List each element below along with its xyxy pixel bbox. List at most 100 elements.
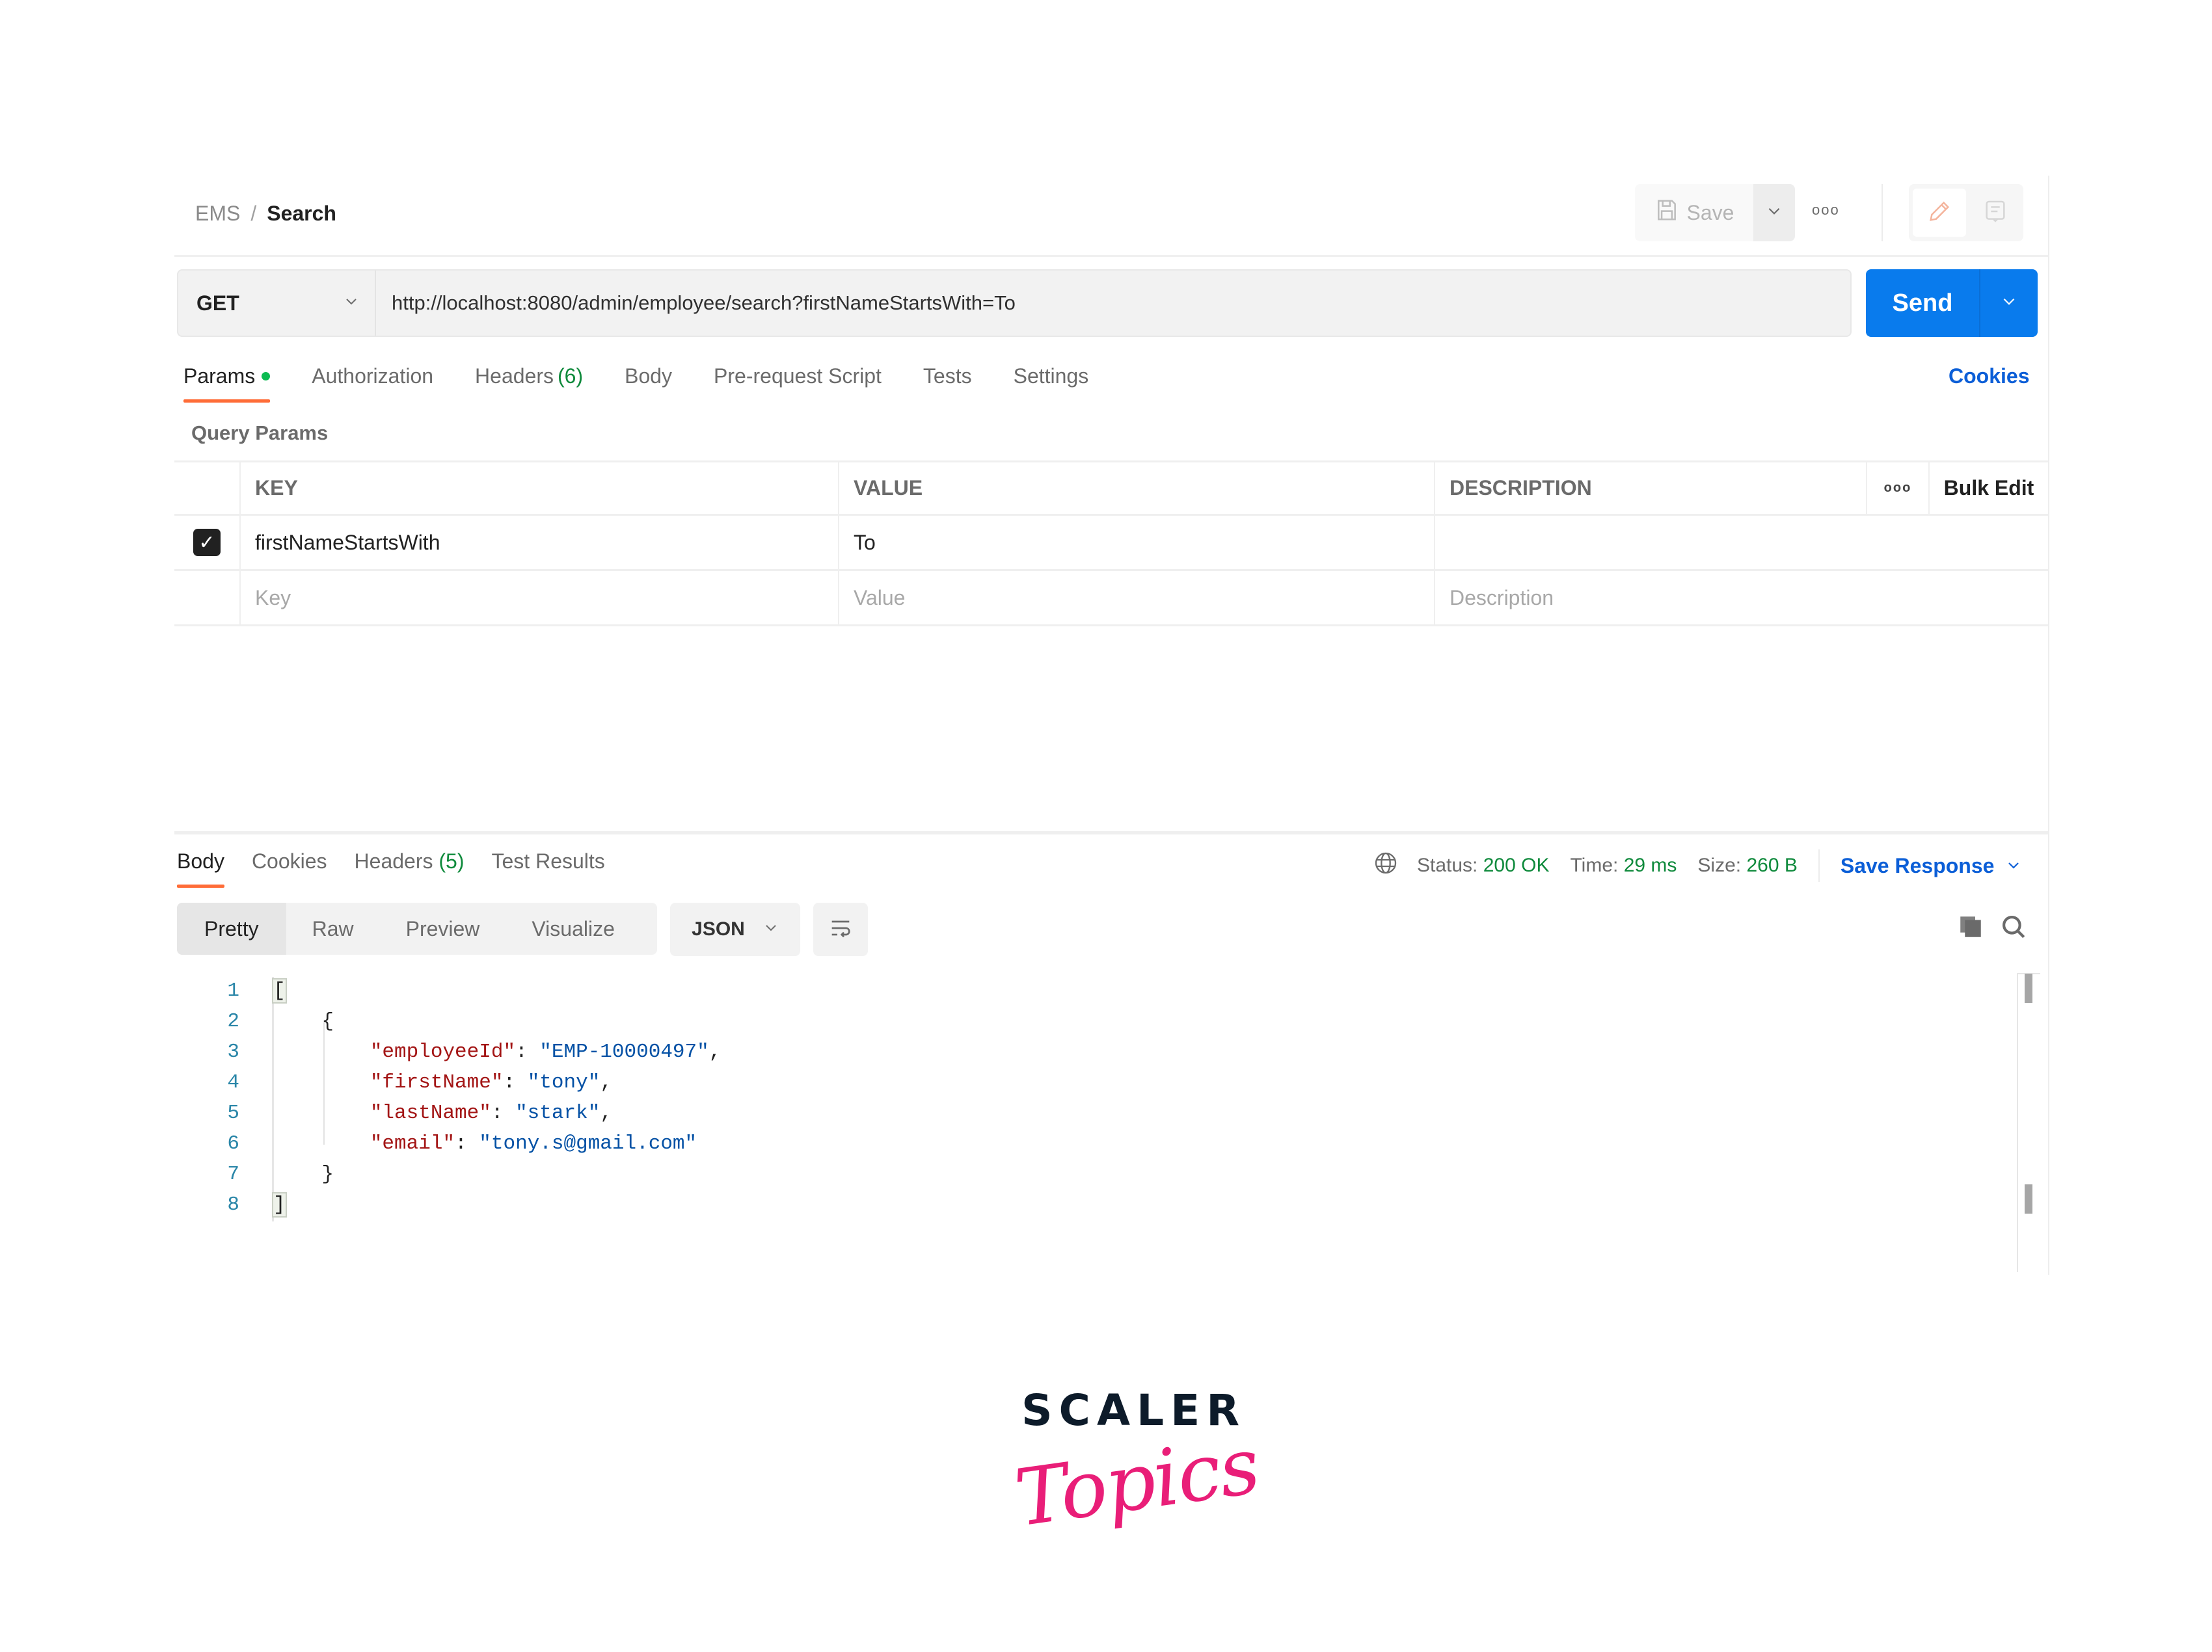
tab-settings[interactable]: Settings (1014, 364, 1089, 403)
response-body-editor[interactable]: 1 [ 2 { 3 "employeeId": "EMP-10000497", … (195, 976, 721, 1220)
divider (1818, 849, 1820, 882)
param-description-cell[interactable] (1434, 516, 2048, 569)
table-row-empty: Key Value Description (174, 571, 2048, 626)
table-header-row: KEY VALUE DESCRIPTION ooo Bulk Edit (174, 460, 2048, 516)
response-view-mode-group: Pretty Raw Preview Visualize (177, 903, 657, 955)
headers-count-badge: (6) (557, 364, 584, 388)
scrollbar-marker-top[interactable] (2025, 974, 2032, 1003)
view-mode-preview[interactable]: Preview (380, 903, 506, 955)
size-readout[interactable]: Size: 260 B (1697, 855, 1797, 877)
view-mode-pretty[interactable]: Pretty (177, 903, 286, 955)
param-value-cell[interactable]: To (838, 516, 1434, 569)
code-line: 8 ] (195, 1190, 721, 1220)
tab-body[interactable]: Body (625, 364, 672, 403)
code-line: 6 "email": "tony.s@gmail.com" (195, 1128, 721, 1159)
code-text: "firstName": "tony", (370, 1071, 612, 1094)
column-header-description: DESCRIPTION (1434, 462, 1866, 514)
response-tab-cookies[interactable]: Cookies (252, 849, 327, 888)
send-button[interactable]: Send (1866, 269, 1980, 337)
new-value-input[interactable]: Value (838, 571, 1434, 624)
divider (1882, 184, 1883, 241)
tab-label: Params (183, 364, 256, 388)
view-mode-visualize[interactable]: Visualize (506, 903, 640, 955)
checkmark-icon: ✓ (198, 531, 215, 553)
send-button-group: Send (1866, 269, 2038, 337)
globe-icon[interactable] (1373, 850, 1399, 881)
response-pane-divider[interactable] (174, 831, 2048, 834)
bracket-highlight: ] (272, 1192, 287, 1218)
view-mode-raw[interactable]: Raw (286, 903, 380, 955)
chevron-down-icon (763, 920, 779, 939)
new-key-input[interactable]: Key (239, 571, 838, 624)
active-tab-indicator (183, 399, 271, 403)
chevron-down-icon (2001, 293, 2017, 314)
json-string: "stark" (515, 1102, 600, 1125)
comments-button[interactable] (1971, 189, 2019, 237)
wrap-lines-icon (828, 915, 854, 944)
response-tab-body[interactable]: Body (177, 849, 224, 888)
column-options-button[interactable]: ooo (1866, 462, 1928, 514)
edit-documentation-button[interactable] (1913, 189, 1966, 237)
code-line: 3 "employeeId": "EMP-10000497", (195, 1037, 721, 1067)
copy-icon[interactable] (1957, 913, 1984, 944)
send-options-dropdown[interactable] (1980, 269, 2038, 337)
param-key-cell[interactable]: firstNameStartsWith (239, 516, 838, 569)
tab-label: Tests (923, 364, 972, 388)
logo-wordmark-scaler: SCALER (1021, 1385, 1247, 1435)
tab-authorization[interactable]: Authorization (312, 364, 433, 403)
http-method-select[interactable]: GET (178, 271, 376, 336)
line-number: 4 (227, 1071, 239, 1094)
more-horizontal-icon: ooo (1812, 202, 1840, 218)
code-text: } (273, 1163, 334, 1186)
scrollbar-marker-bottom[interactable] (2025, 1184, 2032, 1214)
line-number: 7 (227, 1163, 239, 1186)
wrap-lines-button[interactable] (813, 903, 868, 956)
header-checkbox-cell (174, 462, 239, 514)
save-label: Save (1686, 200, 1734, 224)
query-params-table: KEY VALUE DESCRIPTION ooo Bulk Edit ✓ fi… (174, 460, 2048, 626)
save-options-dropdown[interactable] (1753, 184, 1795, 241)
response-format-select[interactable]: JSON (670, 903, 800, 956)
json-string: "EMP-10000497" (539, 1041, 709, 1063)
bracket-highlight: [ (272, 978, 287, 1004)
breadcrumb-collection[interactable]: EMS (195, 202, 240, 226)
panel-right-border (2048, 176, 2049, 1275)
tab-label: Body (625, 364, 673, 388)
new-description-input[interactable]: Description (1434, 571, 2048, 624)
tab-tests[interactable]: Tests (923, 364, 972, 403)
tab-label: Headers (354, 849, 433, 873)
bulk-edit-button[interactable]: Bulk Edit (1928, 462, 2048, 514)
cookies-link[interactable]: Cookies (1949, 364, 2029, 388)
param-enabled-checkbox[interactable]: ✓ (193, 529, 221, 556)
status-label: Status: (1417, 855, 1478, 876)
tab-label: Pre-request Script (714, 364, 882, 388)
json-key: "firstName" (370, 1071, 504, 1094)
status-readout[interactable]: Status: 200 OK (1417, 855, 1549, 877)
response-tab-headers[interactable]: Headers (5) (355, 849, 465, 888)
query-params-heading: Query Params (191, 421, 329, 444)
row-checkbox-cell (174, 571, 239, 624)
tab-pre-request-script[interactable]: Pre-request Script (714, 364, 882, 403)
tab-params[interactable]: Params (183, 364, 271, 403)
line-number: 8 (227, 1193, 239, 1216)
url-input[interactable] (376, 271, 1850, 336)
table-row: ✓ firstNameStartsWith To (174, 516, 2048, 571)
save-button[interactable]: Save (1635, 184, 1753, 241)
response-format-value: JSON (692, 918, 745, 940)
code-text: ] (272, 1192, 287, 1218)
more-actions-button[interactable]: ooo (1812, 202, 1840, 219)
params-active-dot-icon (262, 372, 271, 380)
editor-scrollbar-track[interactable] (2017, 973, 2018, 1272)
json-key: "email" (370, 1132, 455, 1155)
breadcrumb: EMS / Search (195, 202, 336, 226)
response-tabs: Body Cookies Headers (5) Test Results (177, 849, 632, 888)
time-readout[interactable]: Time: 29 ms (1570, 855, 1677, 877)
save-response-button[interactable]: Save Response (1841, 854, 2022, 878)
headers-count-badge: (5) (438, 849, 465, 873)
json-punct: , (600, 1071, 612, 1094)
tab-label: Test Results (491, 849, 605, 873)
tab-headers[interactable]: Headers (6) (475, 364, 583, 403)
response-tab-test-results[interactable]: Test Results (492, 849, 605, 888)
breadcrumb-request-name[interactable]: Search (267, 202, 336, 226)
search-icon[interactable] (2000, 913, 2027, 944)
